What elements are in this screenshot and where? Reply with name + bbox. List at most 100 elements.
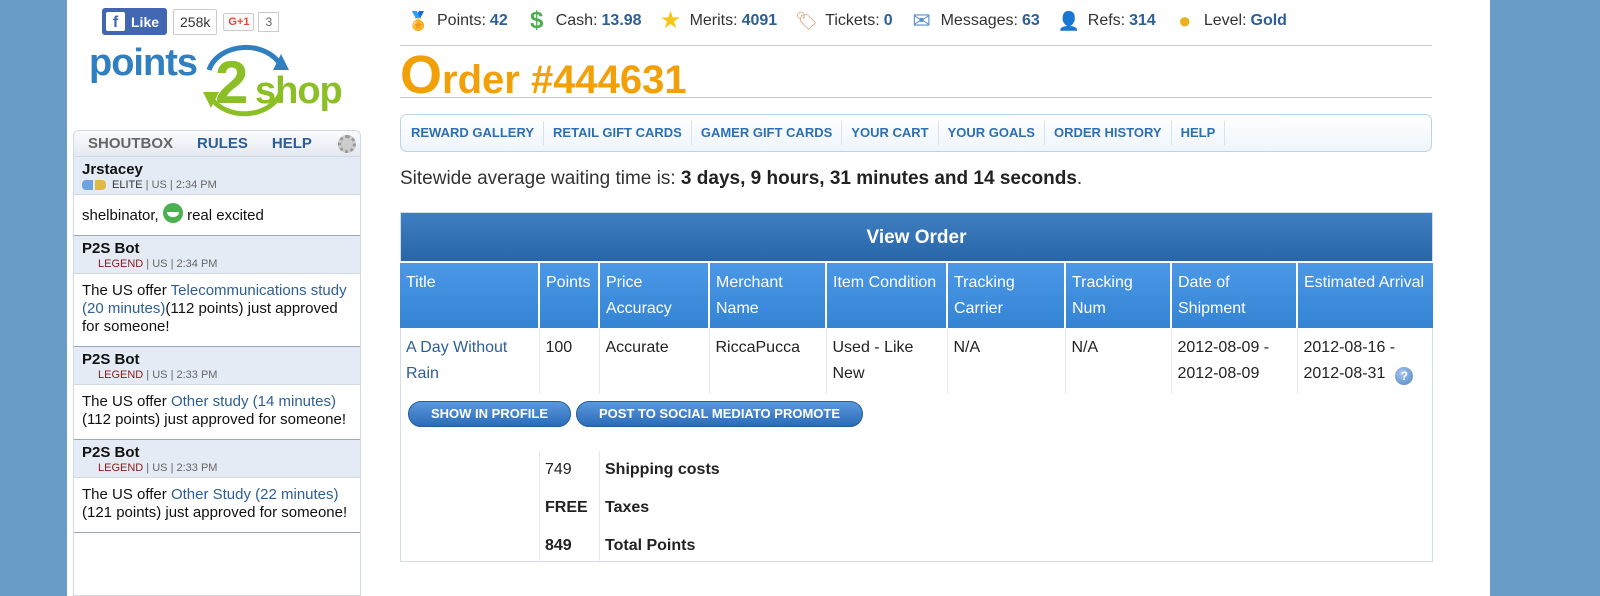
column-header: Date of Shipment	[1171, 261, 1298, 328]
facebook-icon: f	[106, 12, 125, 31]
user-icon: 👤	[1057, 11, 1081, 31]
facebook-like-count: 258k	[173, 8, 218, 35]
table-cell: 2012-08-16 - 2012-08-31?	[1297, 328, 1433, 394]
dollar-icon: $	[530, 7, 544, 34]
user-stats-bar: 🏅 Points: 42 $ Cash: 13.98 ★ Merits: 4091 🏷 Tic…	[407, 8, 1305, 34]
stat-label: Messages:	[940, 12, 1018, 29]
shout-meta: LEGEND | US | 2:33 PM	[98, 462, 218, 474]
totals-row: 749 Shipping costs	[539, 451, 720, 489]
table-cell: Accurate	[599, 328, 710, 394]
gear-icon[interactable]	[338, 135, 356, 153]
stat-cash[interactable]: $ Cash: 13.98	[526, 7, 642, 34]
nav-help[interactable]: HELP	[1172, 121, 1226, 145]
google-plus-button[interactable]: G+1	[223, 12, 255, 31]
shout-header: P2S Bot LEGEND | US | 2:33 PM	[74, 347, 360, 385]
shout-header: P2S Bot LEGEND | US | 2:34 PM	[74, 236, 360, 274]
stat-label: Cash:	[555, 12, 598, 29]
taxes-label: Taxes	[605, 499, 650, 516]
shoutbox-tabs: SHOUTBOX RULES HELP	[74, 131, 360, 157]
shout-message: P2S Bot LEGEND | US | 2:33 PM The US off…	[74, 347, 360, 440]
tab-rules[interactable]: RULES	[197, 135, 248, 152]
shout-username[interactable]: Jrstacey	[82, 161, 352, 178]
tab-help[interactable]: HELP	[272, 135, 312, 152]
star-icon: ★	[659, 7, 682, 34]
column-header: Item Condition	[826, 261, 948, 328]
social-bar: f Like 258k G+1 3	[102, 8, 280, 35]
page-title-initial: O	[400, 45, 443, 105]
nav-your-goals[interactable]: YOUR GOALS	[939, 121, 1045, 145]
waiting-time-suffix: .	[1076, 168, 1083, 189]
column-header: Tracking Carrier	[947, 261, 1066, 328]
shout-body: The US offer Other study (14 minutes)(11…	[74, 385, 360, 440]
stat-refs[interactable]: 👤 Refs: 314	[1058, 10, 1156, 32]
table-cell: 2012-08-09 - 2012-08-09	[1171, 328, 1298, 394]
help-icon[interactable]: ?	[1395, 367, 1414, 385]
nav-order-history[interactable]: ORDER HISTORY	[1045, 121, 1172, 145]
nav-reward-gallery[interactable]: REWARD GALLERY	[402, 121, 545, 145]
shout-message: P2S Bot LEGEND | US | 2:33 PM The US off…	[74, 440, 360, 533]
waiting-time-value: 3 days, 9 hours, 31 minutes and 14 secon…	[680, 168, 1077, 189]
shout-text: shelbinator,	[82, 207, 159, 224]
facebook-like-button[interactable]: f Like	[102, 8, 168, 35]
nav-your-cart[interactable]: YOUR CART	[842, 121, 939, 145]
waiting-time: Sitewide average waiting time is: 3 days…	[400, 168, 1082, 190]
shoutbox: SHOUTBOX RULES HELP Jrstacey ELITE | US …	[73, 130, 361, 596]
table-cell: Used - Like New	[826, 328, 948, 394]
offer-link[interactable]: Other Study (22 minutes)	[171, 486, 339, 503]
shout-time: 2:34 PM	[175, 179, 217, 191]
stat-messages[interactable]: ✉ Messages: 63	[911, 10, 1040, 32]
stat-label: Merits:	[689, 12, 738, 29]
stat-tickets[interactable]: 🏷 Tickets: 0	[795, 10, 892, 32]
column-header: Merchant Name	[709, 261, 827, 328]
table-row: A Day Without Rain 100 Accurate RiccaPuc…	[400, 328, 1433, 394]
shout-username[interactable]: P2S Bot	[82, 444, 352, 461]
tab-shoutbox[interactable]: SHOUTBOX	[88, 135, 173, 152]
shout-body: The US offer Telecommunications study (2…	[74, 274, 360, 347]
post-to-social-media-button[interactable]: POST TO SOCIAL MEDIATO PROMOTE	[576, 401, 864, 427]
table-cell: A Day Without Rain	[400, 328, 540, 394]
stat-value: 63	[1021, 12, 1040, 29]
stat-merits[interactable]: ★ Merits: 4091	[659, 7, 778, 34]
totals-row: 849 Total Points	[539, 527, 720, 565]
shout-meta: LEGEND | US | 2:34 PM	[98, 258, 218, 270]
shout-text: (121 points) just approved for someone!	[82, 504, 348, 521]
order-table: Title Points Price Accuracy Merchant Nam…	[400, 261, 1433, 394]
offer-link[interactable]: Other study (14 minutes)	[171, 393, 336, 410]
stat-points[interactable]: 🏅 Points: 42	[407, 10, 508, 32]
points2shop-logo[interactable]: points 2 shop	[89, 40, 359, 122]
stat-value: Gold	[1250, 12, 1287, 29]
table-cell: N/A	[947, 328, 1066, 394]
main-nav: REWARD GALLERY RETAIL GIFT CARDS GAMER G…	[400, 114, 1432, 152]
table-cell: N/A	[1065, 328, 1172, 394]
google-plus-count: 3	[258, 11, 280, 32]
item-title-link[interactable]: A Day Without Rain	[406, 339, 507, 382]
order-panel-title: View Order	[401, 213, 1432, 261]
total-points-value: 849	[545, 537, 572, 554]
logo-text-shop: shop	[255, 70, 343, 112]
shipping-cost-label: Shipping costs	[605, 461, 720, 478]
waiting-time-label: Sitewide average waiting time is:	[400, 168, 676, 189]
stat-value: 4091	[741, 12, 778, 29]
shout-meta: ELITE | US | 2:34 PM	[82, 179, 352, 191]
table-header-row: Title Points Price Accuracy Merchant Nam…	[400, 261, 1433, 328]
shout-text: The US offer	[82, 486, 167, 503]
column-header: Estimated Arrival	[1297, 261, 1433, 328]
stat-level[interactable]: ● Level: Gold	[1174, 10, 1287, 32]
shout-region: US	[152, 258, 168, 270]
nav-gamer-gift-cards[interactable]: GAMER GIFT CARDS	[692, 121, 843, 145]
shout-username[interactable]: P2S Bot	[82, 240, 352, 257]
page-title-rest: rder #444631	[442, 58, 687, 102]
nav-retail-gift-cards[interactable]: RETAIL GIFT CARDS	[544, 121, 692, 145]
table-cell: 100	[539, 328, 600, 394]
column-header: Tracking Num	[1065, 261, 1172, 328]
shout-time: 2:34 PM	[176, 258, 218, 270]
shout-region: US	[152, 462, 168, 474]
shout-username[interactable]: P2S Bot	[82, 351, 352, 368]
shout-text: The US offer	[82, 282, 167, 299]
shout-time: 2:33 PM	[176, 462, 218, 474]
shout-header: P2S Bot LEGEND | US | 2:33 PM	[74, 440, 360, 478]
table-cell: RiccaPucca	[709, 328, 827, 394]
points-medal-icon: 🏅	[407, 11, 430, 31]
shout-time: 2:33 PM	[176, 369, 218, 381]
show-in-profile-button[interactable]: SHOW IN PROFILE	[408, 401, 571, 427]
